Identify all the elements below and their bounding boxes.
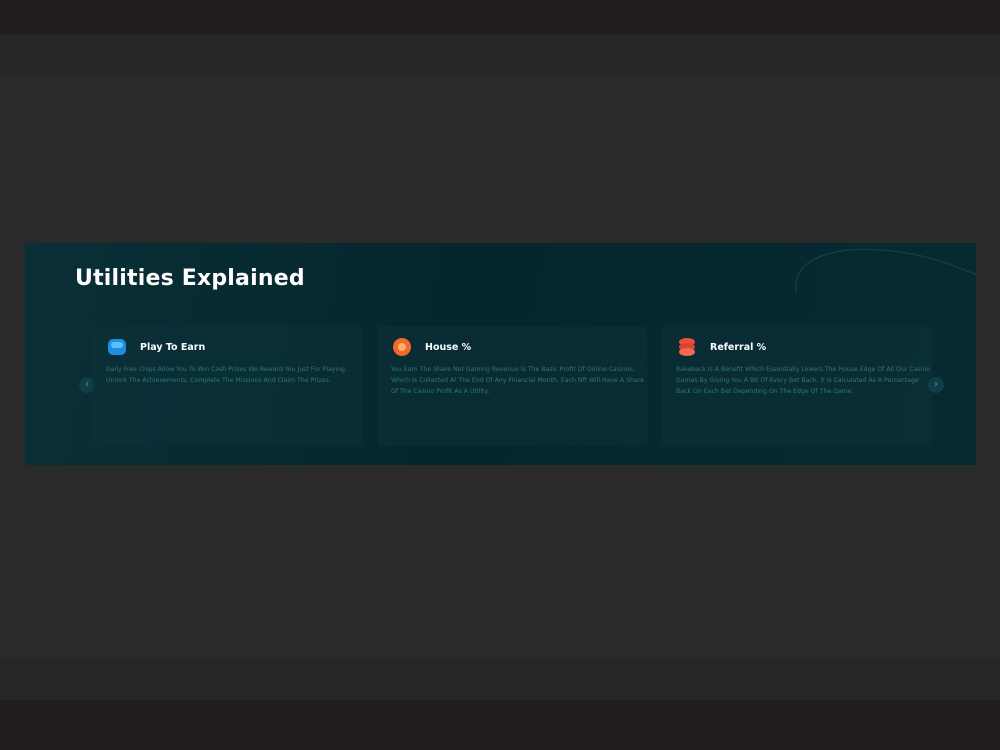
card-title: House % (425, 341, 472, 353)
utility-card-house: House % You Earn The Share Net Gaming Re… (377, 326, 647, 446)
orange-chip-icon (393, 338, 411, 356)
utility-card-referral: Referral % Rakeback Is A Benefit Which E… (662, 326, 932, 446)
bottom-band-secondary (0, 658, 1000, 700)
chevron-left-icon: ‹ (85, 379, 89, 390)
card-description: Rakeback Is A Benefit Which Essentially … (676, 366, 931, 395)
card-description: Daily Free Chips Allow You To Win Cash P… (106, 366, 347, 384)
card-description: You Earn The Share Net Gaming Revenue Is… (391, 366, 644, 395)
utility-card-play-to-earn: Play To Earn Daily Free Chips Allow You … (92, 326, 362, 446)
card-title: Play To Earn (140, 341, 206, 353)
stacked-coins-icon (679, 338, 695, 356)
top-band (0, 0, 1000, 34)
bottom-band (0, 700, 1000, 750)
carousel-next-button[interactable]: › (928, 377, 944, 393)
utilities-section: Utilities Explained ‹ Play To Earn Daily… (25, 243, 976, 465)
section-title: Utilities Explained (75, 266, 305, 291)
decorative-curve (795, 248, 976, 294)
top-band-secondary (0, 34, 1000, 74)
card-title: Referral % (710, 341, 767, 353)
chevron-right-icon: › (934, 379, 938, 390)
blue-chip-icon (108, 339, 126, 355)
